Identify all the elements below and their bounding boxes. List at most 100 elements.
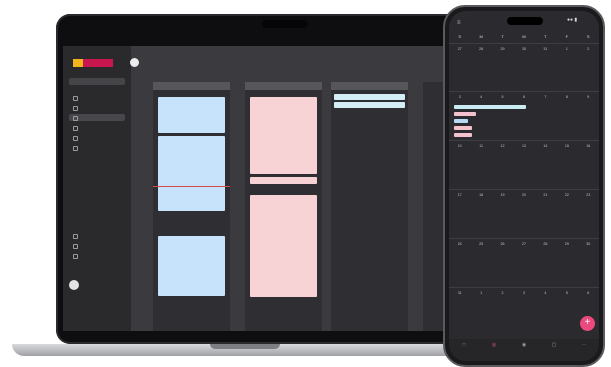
dynamic-island	[507, 17, 543, 25]
day-cell[interactable]: 20	[513, 193, 534, 197]
day-cell[interactable]: 24	[449, 242, 470, 246]
brand-logo[interactable]	[73, 59, 113, 67]
day-cell[interactable]: 4	[535, 291, 556, 295]
laptop-notch	[210, 344, 280, 349]
day-cell[interactable]: 23	[578, 193, 599, 197]
event-block[interactable]	[158, 97, 225, 133]
sidebar-item-3[interactable]	[69, 114, 125, 121]
nav-icon	[73, 254, 78, 259]
schedule-column-1	[153, 82, 230, 331]
workspace-selector[interactable]	[69, 78, 125, 85]
day-cell[interactable]: 29	[556, 242, 577, 246]
day-cell[interactable]: 13	[513, 144, 534, 148]
event-block[interactable]	[334, 102, 405, 108]
account-avatar[interactable]	[130, 58, 139, 67]
day-cell[interactable]: 28	[535, 242, 556, 246]
sidebar-item-4[interactable]	[69, 124, 125, 131]
event-block[interactable]	[158, 136, 225, 211]
sidebar-bottom-item-3[interactable]	[69, 252, 125, 259]
brand-logo-text	[83, 59, 113, 67]
sidebar-bottom-item-2[interactable]	[69, 242, 125, 249]
day-cell[interactable]: 1	[556, 47, 577, 51]
day-cell[interactable]: 3	[449, 95, 470, 99]
status-icons: ●● ▮	[567, 17, 578, 23]
day-cell[interactable]: 9	[578, 95, 599, 99]
event-block[interactable]	[334, 94, 405, 100]
weekday-label: M	[479, 34, 483, 39]
event-block[interactable]	[250, 97, 317, 174]
day-cell[interactable]: 8	[556, 95, 577, 99]
calendar-event[interactable]	[454, 133, 472, 137]
schedule-column-3	[331, 82, 408, 331]
day-cell[interactable]: 27	[449, 47, 470, 51]
day-cell[interactable]: 18	[470, 193, 491, 197]
day-cell[interactable]: 26	[492, 242, 513, 246]
calendar-event[interactable]	[454, 112, 476, 116]
day-cell[interactable]: 5	[556, 291, 577, 295]
bottom-tab-bar: □ ◎ ◉ ▢ ⋯	[449, 339, 599, 361]
event-block[interactable]	[158, 236, 225, 296]
day-cell[interactable]: 1	[470, 291, 491, 295]
day-cell[interactable]: 6	[513, 95, 534, 99]
calendar-event[interactable]	[454, 119, 468, 123]
tab-3[interactable]: ◉	[509, 339, 539, 361]
day-cell[interactable]: 4	[470, 95, 491, 99]
day-cell[interactable]: 22	[556, 193, 577, 197]
day-cell[interactable]: 7	[535, 95, 556, 99]
phone-screen: ≡ ●● ▮ S M T W T F S 27 28 29 30 31 1 2 3 4 5 6 7 8 9…	[449, 11, 599, 361]
day-cell[interactable]: 16	[578, 144, 599, 148]
day-cell[interactable]: 3	[513, 291, 534, 295]
day-cell[interactable]: 10	[449, 144, 470, 148]
day-cell[interactable]: 14	[535, 144, 556, 148]
day-cell[interactable]: 31	[535, 47, 556, 51]
column-header	[245, 82, 322, 90]
add-event-button[interactable]: +	[580, 316, 595, 331]
weekday-header: S M T W T F S	[449, 33, 599, 41]
sidebar-item-1[interactable]	[69, 94, 125, 101]
laptop-screen	[63, 46, 461, 331]
week-divider	[449, 91, 599, 92]
calendar-event[interactable]	[454, 105, 526, 109]
event-block[interactable]	[250, 195, 317, 297]
day-cell[interactable]: 2	[492, 291, 513, 295]
day-cell[interactable]: 11	[470, 144, 491, 148]
nav-icon	[73, 234, 78, 239]
calendar-event[interactable]	[454, 126, 472, 130]
sidebar-item-5[interactable]	[69, 134, 125, 141]
day-cell[interactable]: 31	[449, 291, 470, 295]
day-cell[interactable]: 5	[492, 95, 513, 99]
schedule-column-2	[245, 82, 322, 331]
tab-2[interactable]: ◎	[479, 339, 509, 361]
day-cell[interactable]: 17	[449, 193, 470, 197]
day-cell[interactable]: 30	[578, 242, 599, 246]
menu-icon[interactable]: ≡	[457, 20, 461, 26]
day-cell[interactable]: 12	[492, 144, 513, 148]
week-divider	[449, 43, 599, 44]
day-cell[interactable]: 2	[578, 47, 599, 51]
day-cell[interactable]: 27	[513, 242, 534, 246]
day-cell[interactable]: 25	[470, 242, 491, 246]
more-icon: ⋯	[581, 342, 587, 348]
day-cell[interactable]: 28	[470, 47, 491, 51]
day-cell[interactable]: 29	[492, 47, 513, 51]
sidebar-item-6[interactable]	[69, 144, 125, 151]
nav-icon	[73, 96, 78, 101]
column-header	[331, 82, 408, 90]
laptop-camera	[262, 20, 308, 28]
sidebar-bottom-item-1[interactable]	[69, 232, 125, 239]
week-divider	[449, 238, 599, 239]
tab-4[interactable]: ▢	[539, 339, 569, 361]
event-block[interactable]	[250, 177, 317, 184]
day-cell[interactable]: 19	[492, 193, 513, 197]
sidebar	[63, 46, 131, 331]
tab-5[interactable]: ⋯	[569, 339, 599, 361]
day-cell[interactable]: 21	[535, 193, 556, 197]
user-profile[interactable]	[69, 279, 125, 291]
tab-1[interactable]: □	[449, 339, 479, 361]
day-cell[interactable]: 30	[513, 47, 534, 51]
sidebar-item-2[interactable]	[69, 104, 125, 111]
day-cell[interactable]: 6	[578, 291, 599, 295]
weekday-label: T	[544, 34, 547, 39]
day-cell[interactable]: 15	[556, 144, 577, 148]
chat-icon: ▢	[551, 342, 557, 348]
